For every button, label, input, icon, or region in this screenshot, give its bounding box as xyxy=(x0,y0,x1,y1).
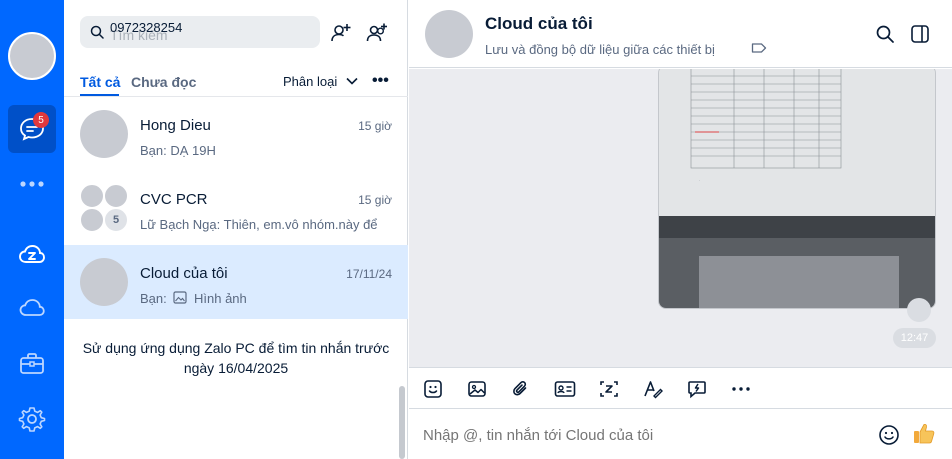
sidebar-toggle-icon[interactable] xyxy=(910,24,930,44)
avatar xyxy=(80,258,128,306)
sticker-icon xyxy=(424,380,442,398)
search-icon[interactable] xyxy=(875,24,895,44)
attach-button[interactable] xyxy=(510,378,532,400)
conversation-name: Cloud của tôi xyxy=(140,265,228,282)
composer xyxy=(409,410,952,459)
tab-unread[interactable]: Chưa đọc xyxy=(131,74,196,90)
screenshot-button[interactable] xyxy=(598,378,620,400)
more-dots-icon xyxy=(20,181,44,187)
quick-message-icon xyxy=(688,381,706,399)
monitor-bezel xyxy=(659,216,935,238)
conversation-time: 15 giờ xyxy=(358,119,392,133)
chat-avatar[interactable] xyxy=(425,10,473,58)
conversation-tabs: Tất cả Chưa đọc Phân loại ••• xyxy=(80,72,400,96)
tab-all[interactable]: Tất cả xyxy=(80,74,120,90)
add-friend-icon[interactable] xyxy=(330,22,352,44)
member-avatar xyxy=(80,184,104,208)
emoji-icon[interactable] xyxy=(878,424,900,446)
nav-rail: 5 xyxy=(0,0,64,459)
filter-dropdown[interactable]: Phân loại xyxy=(283,74,337,89)
briefcase-icon xyxy=(20,353,44,374)
photo-monitor xyxy=(659,216,935,308)
nav-cloud-zalo[interactable] xyxy=(8,230,56,278)
nav-toolbox[interactable] xyxy=(8,339,56,387)
text-format-button[interactable] xyxy=(642,378,664,400)
image-button[interactable] xyxy=(466,378,488,400)
search-input[interactable]: Tìm kiếm 0972328254 xyxy=(80,16,320,48)
image-icon xyxy=(173,291,187,304)
conversation-time: 17/11/24 xyxy=(346,267,392,281)
conversation-preview: Bạn: Hình ảnh xyxy=(140,291,390,306)
conversation-preview: Bạn: DẠ 19H xyxy=(140,143,216,158)
chevron-down-icon[interactable] xyxy=(345,76,359,86)
scrollbar[interactable] xyxy=(399,386,405,459)
monitor-stand xyxy=(699,256,899,308)
nav-settings[interactable] xyxy=(8,395,56,443)
reaction-button[interactable] xyxy=(907,298,931,322)
chat-pane: Cloud của tôi Lưu và đồng bộ dữ liệu giữ… xyxy=(409,0,952,459)
photo-table-content: . xyxy=(690,69,842,182)
quick-message-button[interactable] xyxy=(686,378,708,400)
more-horizontal-icon xyxy=(732,387,750,391)
conversation-time: 15 giờ xyxy=(358,193,392,207)
search-history-note: Sử dụng ứng dụng Zalo PC để tìm tin nhắn… xyxy=(82,340,390,376)
contact-card-icon xyxy=(554,381,576,397)
screenshot-z-icon xyxy=(600,381,618,397)
unread-badge: 5 xyxy=(33,112,49,128)
conversation-item-selected[interactable]: Cloud của tôi 17/11/24 Bạn: Hình ảnh xyxy=(64,245,408,319)
thumbs-up-icon[interactable] xyxy=(912,421,936,445)
cloud-icon xyxy=(19,299,45,316)
chat-title: Cloud của tôi xyxy=(485,14,593,33)
search-icon xyxy=(90,25,104,39)
member-avatar xyxy=(80,208,104,232)
paperclip-icon xyxy=(513,381,527,396)
conversation-name: CVC PCR xyxy=(140,191,208,208)
member-avatar xyxy=(104,184,128,208)
chat-subtitle: Lưu và đồng bộ dữ liệu giữa các thiết bị xyxy=(485,42,715,57)
chat-header: Cloud của tôi Lưu và đồng bộ dữ liệu giữ… xyxy=(409,0,952,68)
more-tools-button[interactable] xyxy=(730,378,752,400)
svg-text:.: . xyxy=(699,177,700,182)
preview-prefix: Bạn: xyxy=(140,291,167,306)
tag-icon[interactable] xyxy=(751,42,767,54)
conversation-item[interactable]: Hong Dieu 15 giờ Bạn: DẠ 19H xyxy=(64,97,408,171)
zalo-cloud-icon xyxy=(19,245,45,263)
conversation-item[interactable]: 5 CVC PCR 15 giờ Lữ Bạch Ngạ: Thiên, em.… xyxy=(64,171,408,245)
message-area[interactable]: . 12:47 xyxy=(409,69,952,367)
nav-messages[interactable] xyxy=(8,105,56,153)
search-value: 0972328254 xyxy=(110,20,183,35)
sticker-button[interactable] xyxy=(422,378,444,400)
image-message[interactable]: . xyxy=(658,69,936,309)
text-format-icon xyxy=(644,381,663,399)
create-group-icon[interactable] xyxy=(366,22,388,44)
user-avatar[interactable] xyxy=(8,32,56,80)
conversation-pane: Tìm kiếm 0972328254 Tất cả Chưa đọc Phân… xyxy=(64,0,408,459)
message-input[interactable] xyxy=(423,427,863,444)
group-avatar: 5 xyxy=(80,184,130,234)
member-count: 5 xyxy=(104,208,128,232)
message-time: 12:47 xyxy=(893,328,936,348)
contact-card-button[interactable] xyxy=(554,378,576,400)
conversation-preview: Lữ Bạch Ngạ: Thiên, em.vô nhóm.này để xyxy=(140,217,378,232)
preview-text: Hình ảnh xyxy=(194,291,247,306)
composer-toolbar xyxy=(409,367,952,409)
nav-cloud[interactable] xyxy=(8,284,56,332)
conversation-name: Hong Dieu xyxy=(140,117,211,134)
nav-more[interactable] xyxy=(8,160,56,208)
avatar xyxy=(80,110,128,158)
more-options-button[interactable]: ••• xyxy=(372,72,389,90)
image-icon xyxy=(468,381,486,397)
gear-icon xyxy=(18,407,46,432)
